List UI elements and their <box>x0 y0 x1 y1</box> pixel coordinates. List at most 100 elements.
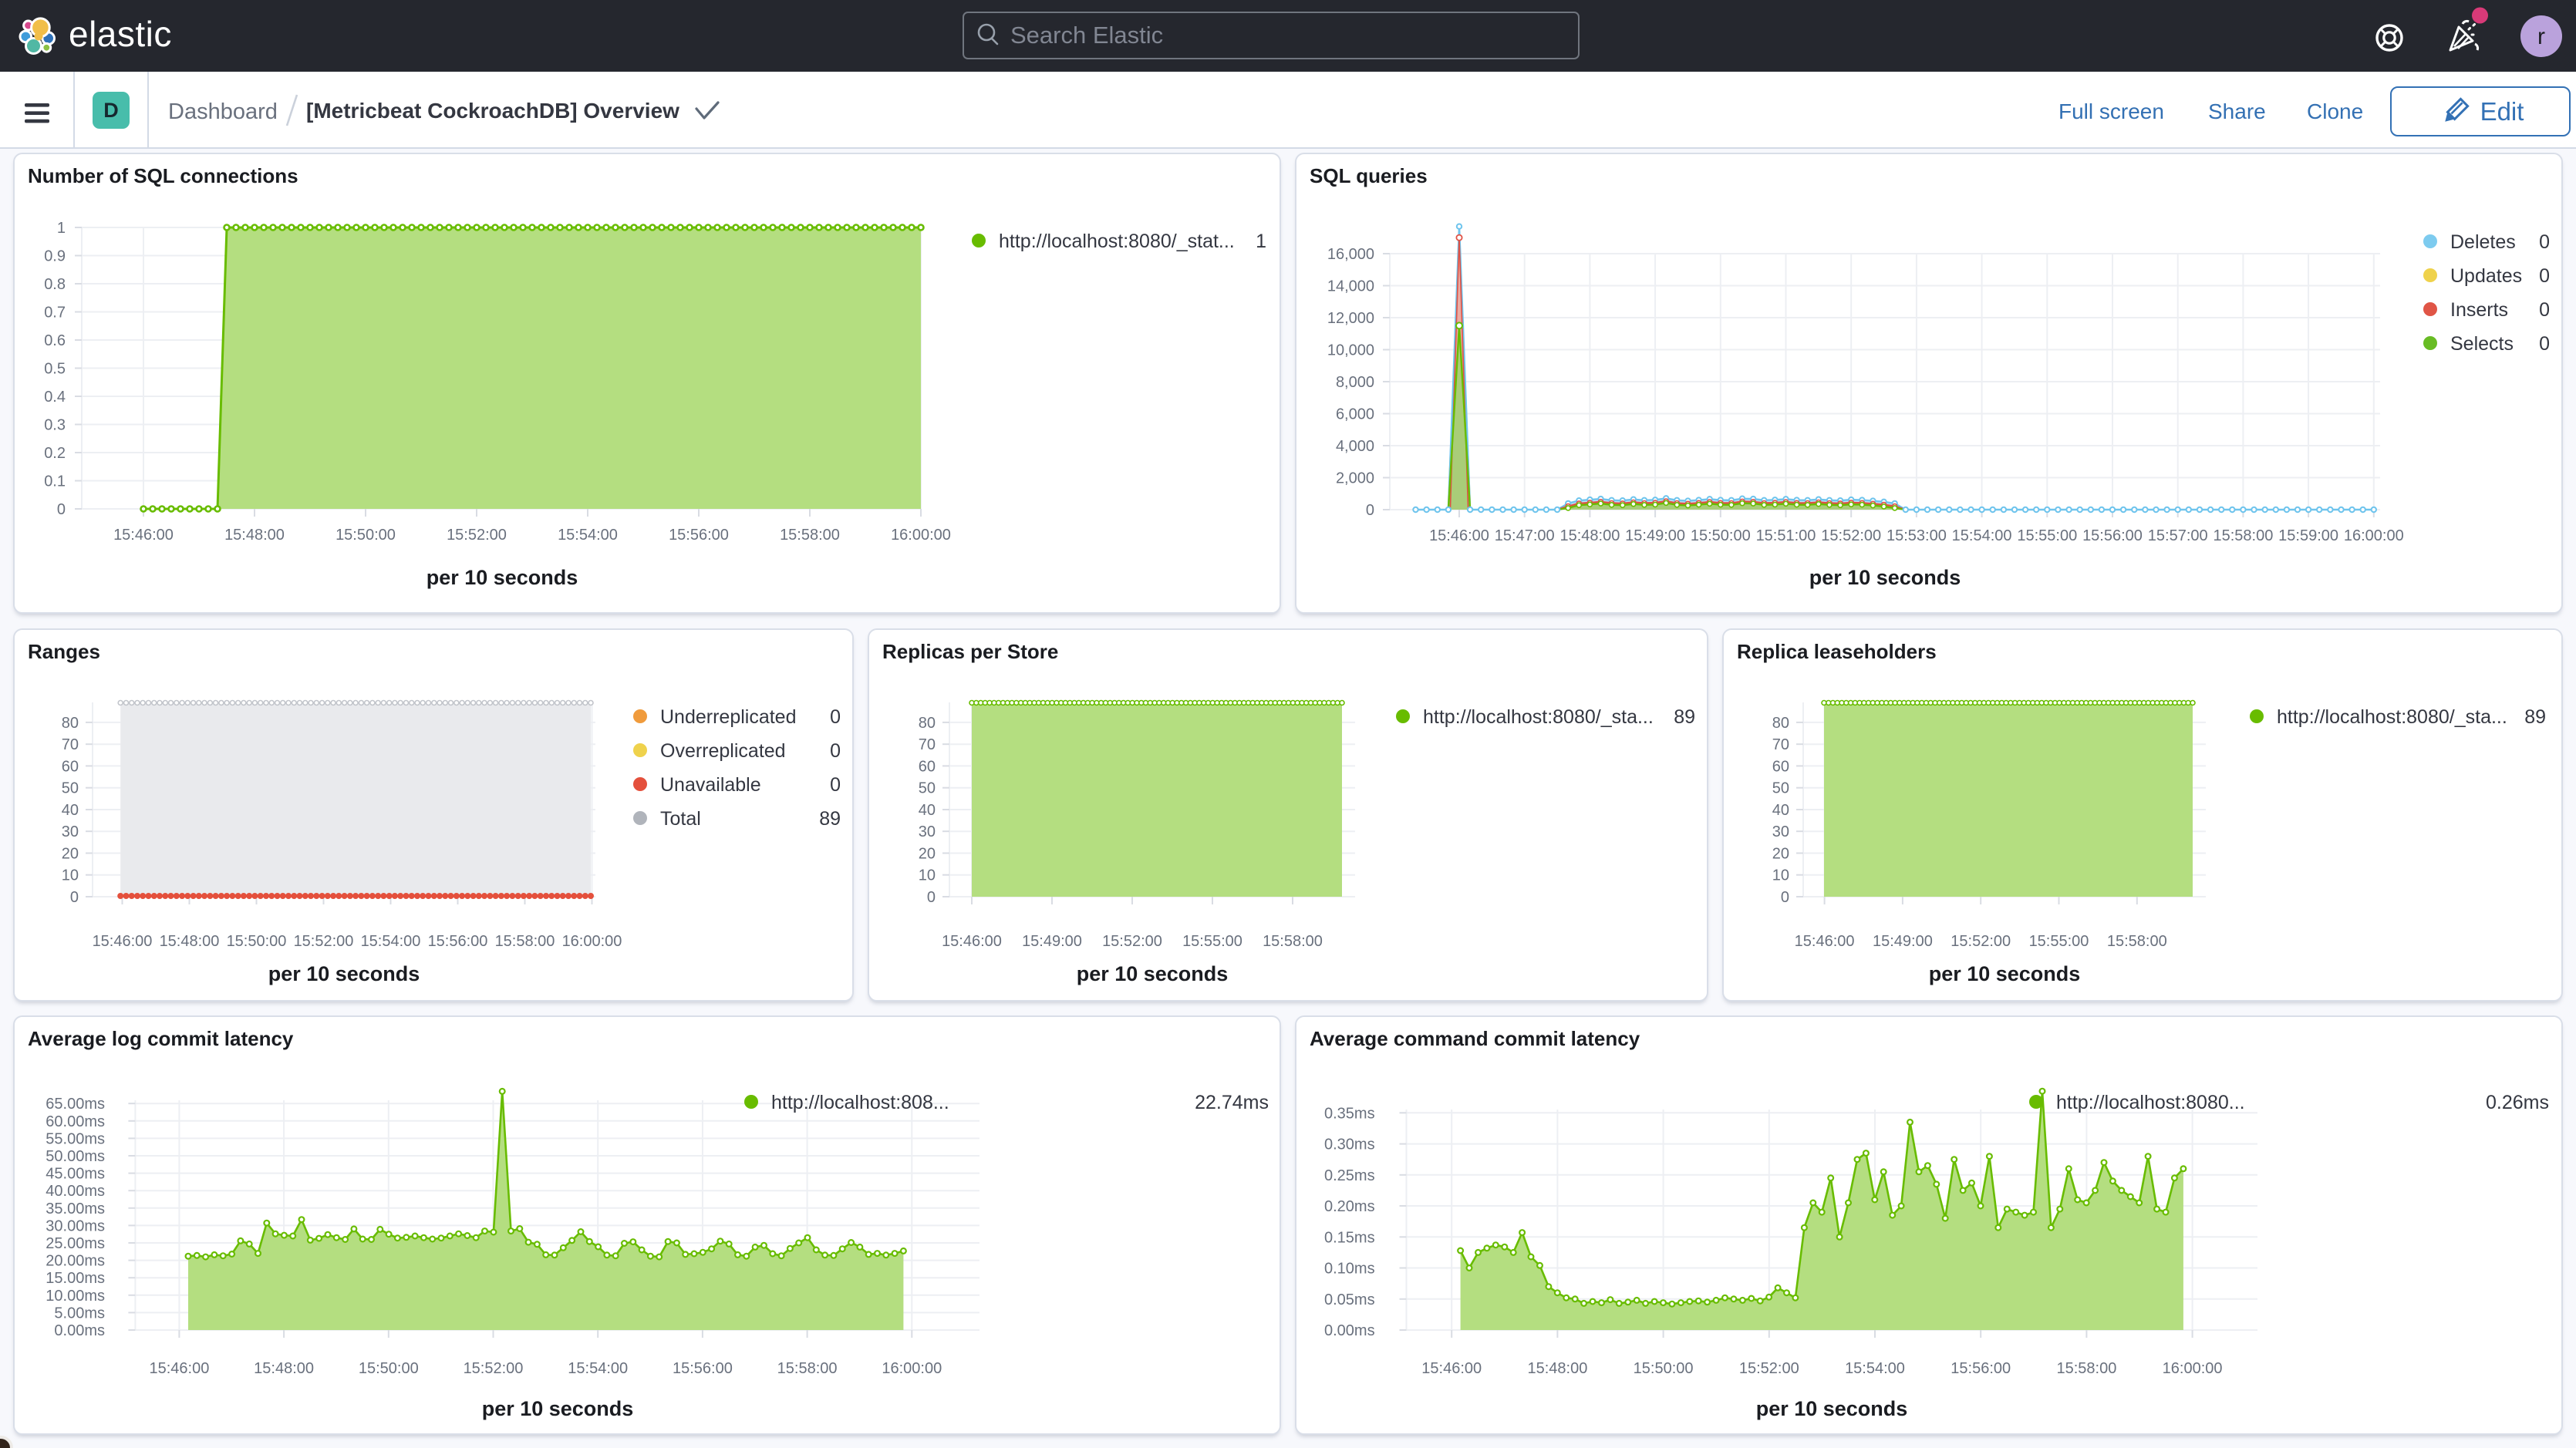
svg-text:15:56:00: 15:56:00 <box>2082 527 2143 544</box>
svg-text:Underreplicated: Underreplicated <box>660 706 797 728</box>
svg-text:10: 10 <box>919 867 936 884</box>
svg-text:http://localhost:8080/_stat...: http://localhost:8080/_stat... <box>999 231 1235 252</box>
svg-text:70: 70 <box>919 736 936 753</box>
svg-text:Unavailable: Unavailable <box>660 774 761 796</box>
svg-text:15:46:00: 15:46:00 <box>113 527 174 544</box>
svg-text:30: 30 <box>62 823 79 840</box>
svg-text:Total: Total <box>660 808 701 830</box>
svg-text:0.15ms: 0.15ms <box>1324 1229 1375 1246</box>
svg-text:0.30ms: 0.30ms <box>1324 1137 1375 1153</box>
svg-text:15:52:00: 15:52:00 <box>447 527 507 544</box>
svg-text:0.10ms: 0.10ms <box>1324 1261 1375 1278</box>
svg-text:15:58:00: 15:58:00 <box>780 527 840 544</box>
svg-text:http://localhost:808...: http://localhost:808... <box>771 1092 949 1113</box>
svg-text:15:54:00: 15:54:00 <box>1952 527 2012 544</box>
svg-text:per 10 seconds: per 10 seconds <box>268 962 420 985</box>
svg-text:0.6: 0.6 <box>44 332 66 349</box>
svg-text:25.00ms: 25.00ms <box>46 1235 105 1252</box>
svg-text:Ranges: Ranges <box>28 640 100 663</box>
svg-text:0: 0 <box>927 889 936 906</box>
svg-text:r: r <box>2537 24 2545 49</box>
svg-text:15:58:00: 15:58:00 <box>2213 527 2273 544</box>
svg-text:0: 0 <box>830 706 841 728</box>
svg-text:15:46:00: 15:46:00 <box>149 1360 209 1377</box>
svg-text:80: 80 <box>919 715 936 732</box>
svg-text:20: 20 <box>919 846 936 863</box>
svg-text:16:00:00: 16:00:00 <box>891 527 951 544</box>
svg-text:15:46:00: 15:46:00 <box>1421 1360 1482 1377</box>
svg-text:0.8: 0.8 <box>44 276 66 293</box>
svg-text:10.00ms: 10.00ms <box>46 1288 105 1305</box>
svg-text:55.00ms: 55.00ms <box>46 1130 105 1147</box>
svg-text:22.74ms: 22.74ms <box>1195 1092 1269 1113</box>
svg-text:89: 89 <box>819 808 841 830</box>
svg-text:0.9: 0.9 <box>44 248 66 265</box>
svg-text:89: 89 <box>1674 706 1695 728</box>
svg-text:15:48:00: 15:48:00 <box>224 527 285 544</box>
svg-text:Deletes: Deletes <box>2450 231 2516 253</box>
svg-text:15:48:00: 15:48:00 <box>254 1360 314 1377</box>
svg-text:Overreplicated: Overreplicated <box>660 740 786 762</box>
svg-text:15:54:00: 15:54:00 <box>568 1360 628 1377</box>
svg-text:40: 40 <box>919 802 936 819</box>
svg-text:Replicas per Store: Replicas per Store <box>882 640 1058 663</box>
svg-text:15:56:00: 15:56:00 <box>1951 1360 2011 1377</box>
svg-text:20.00ms: 20.00ms <box>46 1253 105 1270</box>
svg-text:15:46:00: 15:46:00 <box>1795 933 1855 950</box>
svg-text:15:59:00: 15:59:00 <box>2278 527 2338 544</box>
svg-text:http://localhost:8080/_sta...: http://localhost:8080/_sta... <box>2277 706 2507 728</box>
svg-text:15:57:00: 15:57:00 <box>2148 527 2208 544</box>
svg-text:15:49:00: 15:49:00 <box>1873 933 1933 950</box>
svg-text:14,000: 14,000 <box>1327 278 1374 295</box>
svg-text:60: 60 <box>1772 758 1789 775</box>
svg-text:15:52:00: 15:52:00 <box>1821 527 1881 544</box>
svg-text:0.05ms: 0.05ms <box>1324 1291 1375 1308</box>
svg-text:6,000: 6,000 <box>1336 406 1374 423</box>
svg-text:0: 0 <box>70 889 79 906</box>
svg-text:per 10 seconds: per 10 seconds <box>482 1397 634 1420</box>
svg-text:0.00ms: 0.00ms <box>1324 1322 1375 1339</box>
svg-text:0.20ms: 0.20ms <box>1324 1198 1375 1215</box>
svg-text:15:46:00: 15:46:00 <box>942 933 1002 950</box>
svg-text:5.00ms: 5.00ms <box>54 1305 105 1322</box>
svg-text:0: 0 <box>2539 299 2550 321</box>
svg-text:0: 0 <box>57 501 66 518</box>
svg-text:http://localhost:8080/_sta...: http://localhost:8080/_sta... <box>1423 706 1654 728</box>
svg-text:15:48:00: 15:48:00 <box>1559 527 1620 544</box>
svg-text:15:47:00: 15:47:00 <box>1495 527 1555 544</box>
svg-text:15.00ms: 15.00ms <box>46 1270 105 1287</box>
svg-text:45.00ms: 45.00ms <box>46 1166 105 1183</box>
svg-text:30.00ms: 30.00ms <box>46 1217 105 1234</box>
svg-text:0.3: 0.3 <box>44 417 66 434</box>
svg-text:15:58:00: 15:58:00 <box>2107 933 2167 950</box>
svg-text:15:50:00: 15:50:00 <box>335 527 396 544</box>
svg-text:Inserts: Inserts <box>2450 299 2508 321</box>
svg-text:15:52:00: 15:52:00 <box>1951 933 2011 950</box>
svg-text:0.25ms: 0.25ms <box>1324 1167 1375 1184</box>
svg-text:15:48:00: 15:48:00 <box>160 933 220 950</box>
svg-text:15:52:00: 15:52:00 <box>1739 1360 1799 1377</box>
svg-text:per 10 seconds: per 10 seconds <box>427 566 578 589</box>
svg-text:30: 30 <box>1772 823 1789 840</box>
svg-text:50: 50 <box>62 780 79 797</box>
svg-text:15:52:00: 15:52:00 <box>464 1360 524 1377</box>
svg-text:per 10 seconds: per 10 seconds <box>1809 566 1961 589</box>
svg-text:12,000: 12,000 <box>1327 310 1374 327</box>
svg-text:15:55:00: 15:55:00 <box>2017 527 2077 544</box>
svg-text:16:00:00: 16:00:00 <box>2163 1360 2223 1377</box>
svg-text:70: 70 <box>62 736 79 753</box>
svg-text:16,000: 16,000 <box>1327 246 1374 263</box>
svg-text:15:50:00: 15:50:00 <box>359 1360 419 1377</box>
svg-text:15:52:00: 15:52:00 <box>294 933 354 950</box>
svg-text:0.4: 0.4 <box>44 389 66 406</box>
svg-text:15:50:00: 15:50:00 <box>1691 527 1751 544</box>
svg-text:15:50:00: 15:50:00 <box>227 933 287 950</box>
svg-text:40: 40 <box>62 802 79 819</box>
svg-text:Number of SQL connections: Number of SQL connections <box>28 164 298 187</box>
svg-text:Average command commit latency: Average command commit latency <box>1310 1027 1640 1050</box>
svg-text:35.00ms: 35.00ms <box>46 1200 105 1217</box>
svg-text:40: 40 <box>1772 802 1789 819</box>
svg-text:1: 1 <box>1256 231 1266 252</box>
svg-text:per 10 seconds: per 10 seconds <box>1756 1397 1908 1420</box>
svg-text:15:52:00: 15:52:00 <box>1102 933 1162 950</box>
